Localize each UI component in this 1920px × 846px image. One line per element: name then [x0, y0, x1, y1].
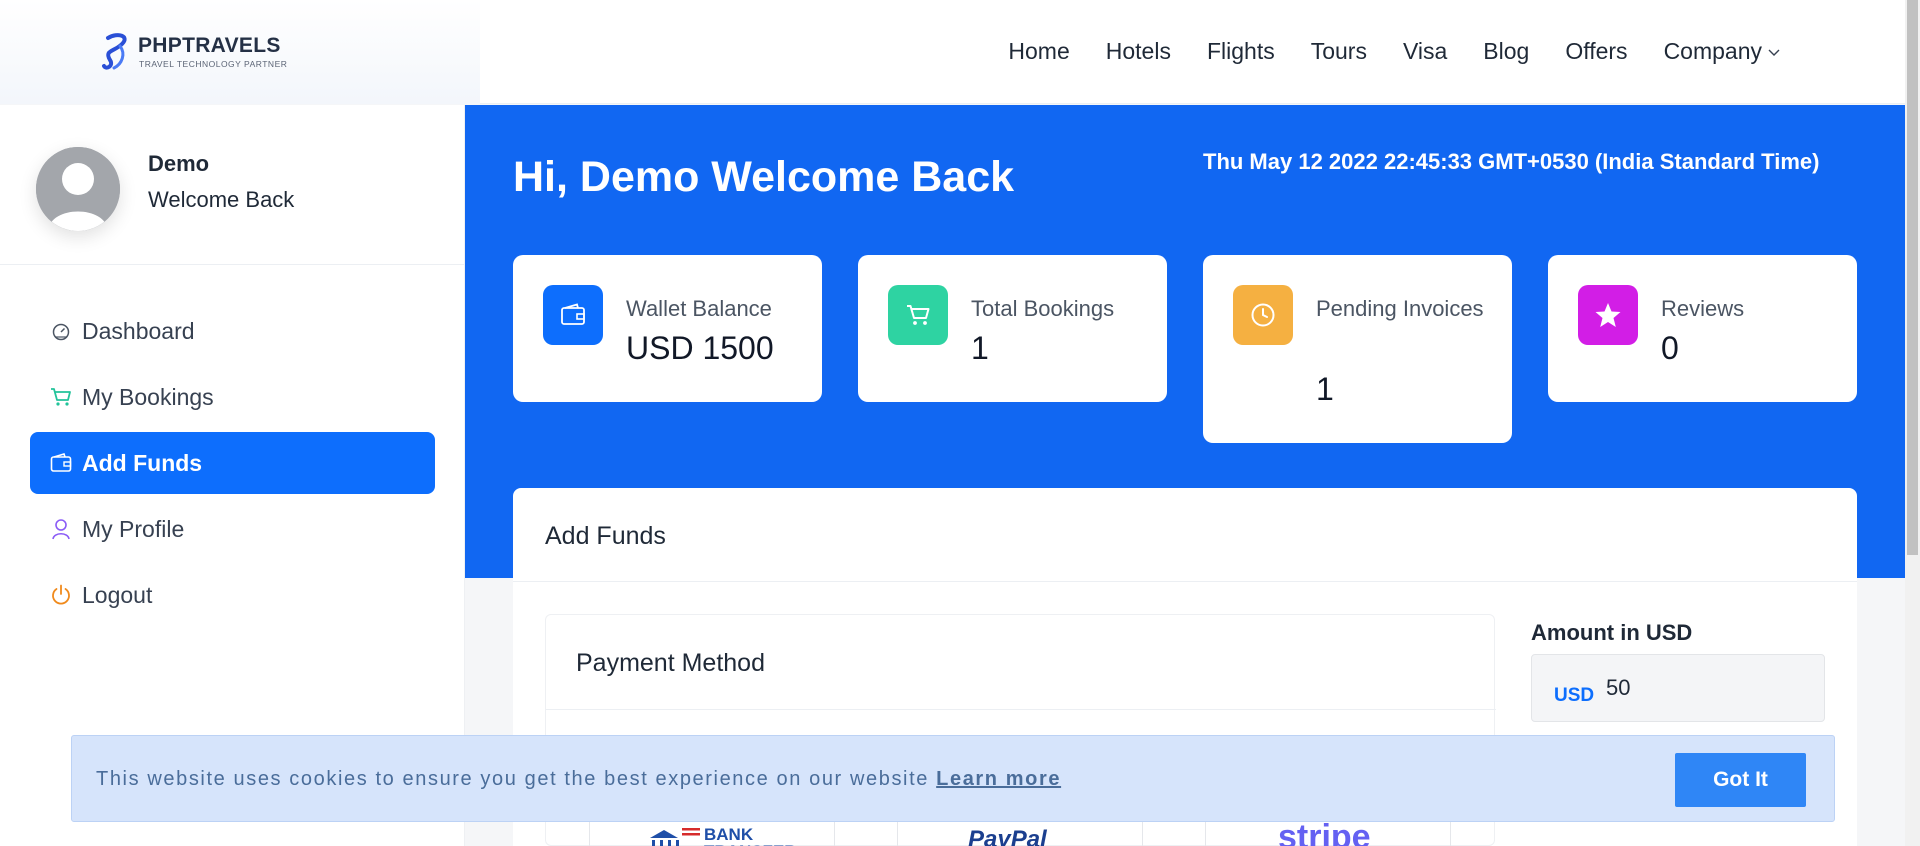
learn-more-link[interactable]: Learn more: [936, 768, 1061, 790]
avatar: [36, 147, 120, 231]
sidebar-item-label: My Profile: [82, 515, 185, 542]
power-icon: [50, 584, 72, 606]
nav-flights[interactable]: Flights: [1207, 38, 1275, 65]
sidebar-item-label: Add Funds: [82, 449, 203, 476]
divider: [546, 709, 1496, 710]
brand-logo-icon[interactable]: [100, 32, 134, 72]
top-header: PHPTRAVELS TRAVEL TECHNOLOGY PARTNER Hom…: [0, 0, 1905, 104]
cart-icon: [888, 285, 948, 345]
avatar-user-icon: [36, 147, 120, 231]
nav-offers[interactable]: Offers: [1565, 38, 1627, 65]
divider: [513, 581, 1857, 582]
brand-tagline: TRAVEL TECHNOLOGY PARTNER: [139, 59, 288, 69]
user-icon: [50, 518, 72, 540]
cookie-message: This website uses cookies to ensure you …: [96, 768, 1061, 791]
payment-method-title: Payment Method: [576, 649, 765, 677]
nav-hotels-label: Hotels: [1105, 38, 1171, 64]
stat-card-reviews: Reviews 0: [1548, 255, 1857, 402]
stat-label: Pending Invoices: [1316, 296, 1484, 321]
amount-field: USD: [1531, 654, 1825, 722]
sidebar-item-label: Logout: [82, 581, 153, 608]
star-icon: [1578, 285, 1638, 345]
page-scrollbar[interactable]: [1905, 0, 1920, 846]
bank-transfer-logo-text: BANK TRANSFER: [704, 825, 797, 846]
scrollbar-thumb[interactable]: [1907, 0, 1918, 555]
nav-home-label: Home: [1008, 38, 1070, 64]
sidebar-item-label: Dashboard: [82, 317, 195, 344]
sidebar-item-dashboard[interactable]: Dashboard: [30, 300, 435, 362]
stat-card-total-bookings: Total Bookings 1: [858, 255, 1167, 402]
stat-label: Wallet Balance: [626, 296, 772, 321]
chevron-down-icon: [1768, 49, 1780, 56]
stat-card-wallet-balance: Wallet Balance USD 1500: [513, 255, 822, 402]
amount-label: Amount in USD: [1531, 620, 1693, 645]
stat-value: USD 1500: [626, 330, 774, 366]
sidebar-item-logout[interactable]: Logout: [30, 564, 435, 626]
page-title: Hi, Demo Welcome Back: [513, 153, 1015, 201]
amount-input[interactable]: [1606, 675, 1806, 701]
clock-icon: [1233, 285, 1293, 345]
stat-label: Reviews: [1661, 296, 1745, 321]
sidebar-menu: Dashboard My Bookings Add Funds My Profi…: [30, 300, 435, 630]
nav-tours-label: Tours: [1310, 38, 1367, 64]
stat-value: 1: [1316, 371, 1334, 407]
cookie-text: This website uses cookies to ensure you …: [96, 768, 929, 790]
stat-value: 1: [971, 330, 989, 366]
sidebar-item-my-profile[interactable]: My Profile: [30, 498, 435, 560]
currency-prefix: USD: [1554, 685, 1595, 706]
cart-icon: [50, 386, 72, 408]
nav-visa-label: Visa: [1402, 38, 1448, 64]
dashboard-gauge-icon: [50, 320, 72, 342]
user-subtitle: Welcome Back: [148, 187, 295, 212]
nav-offers-label: Offers: [1565, 38, 1628, 64]
sidebar-item-label: My Bookings: [82, 383, 214, 410]
stat-value: 0: [1661, 330, 1679, 366]
nav-visa[interactable]: Visa: [1403, 38, 1447, 65]
nav-home[interactable]: Home: [1008, 38, 1069, 65]
user-card: Demo Welcome Back: [0, 105, 465, 265]
current-datetime: Thu May 12 2022 22:45:33 GMT+0530 (India…: [1203, 149, 1820, 174]
cookie-banner: This website uses cookies to ensure you …: [71, 735, 1835, 822]
add-funds-title: Add Funds: [545, 522, 666, 550]
user-name: Demo: [148, 151, 210, 176]
sidebar-item-my-bookings[interactable]: My Bookings: [30, 366, 435, 428]
paypal-logo: PayPal: [968, 826, 1047, 846]
nav-company[interactable]: Company: [1664, 38, 1780, 65]
main-nav: Home Hotels Flights Tours Visa Blog Offe…: [1008, 38, 1780, 65]
nav-blog[interactable]: Blog: [1483, 38, 1529, 65]
brand-name[interactable]: PHPTRAVELS: [138, 34, 281, 58]
wallet-icon: [50, 452, 72, 474]
nav-blog-label: Blog: [1483, 38, 1530, 64]
stat-card-pending-invoices: Pending Invoices 1: [1203, 255, 1512, 443]
nav-tours[interactable]: Tours: [1311, 38, 1367, 65]
stat-label: Total Bookings: [971, 296, 1115, 321]
logo-area: PHPTRAVELS TRAVEL TECHNOLOGY PARTNER: [0, 0, 480, 104]
nav-company-label: Company: [1663, 38, 1762, 64]
nav-flights-label: Flights: [1206, 38, 1275, 64]
stripe-logo: stripe: [1278, 818, 1371, 846]
nav-hotels[interactable]: Hotels: [1106, 38, 1171, 65]
wallet-icon: [543, 285, 603, 345]
sidebar-item-add-funds[interactable]: Add Funds: [30, 432, 435, 494]
accept-cookies-button[interactable]: Got It: [1675, 753, 1806, 807]
